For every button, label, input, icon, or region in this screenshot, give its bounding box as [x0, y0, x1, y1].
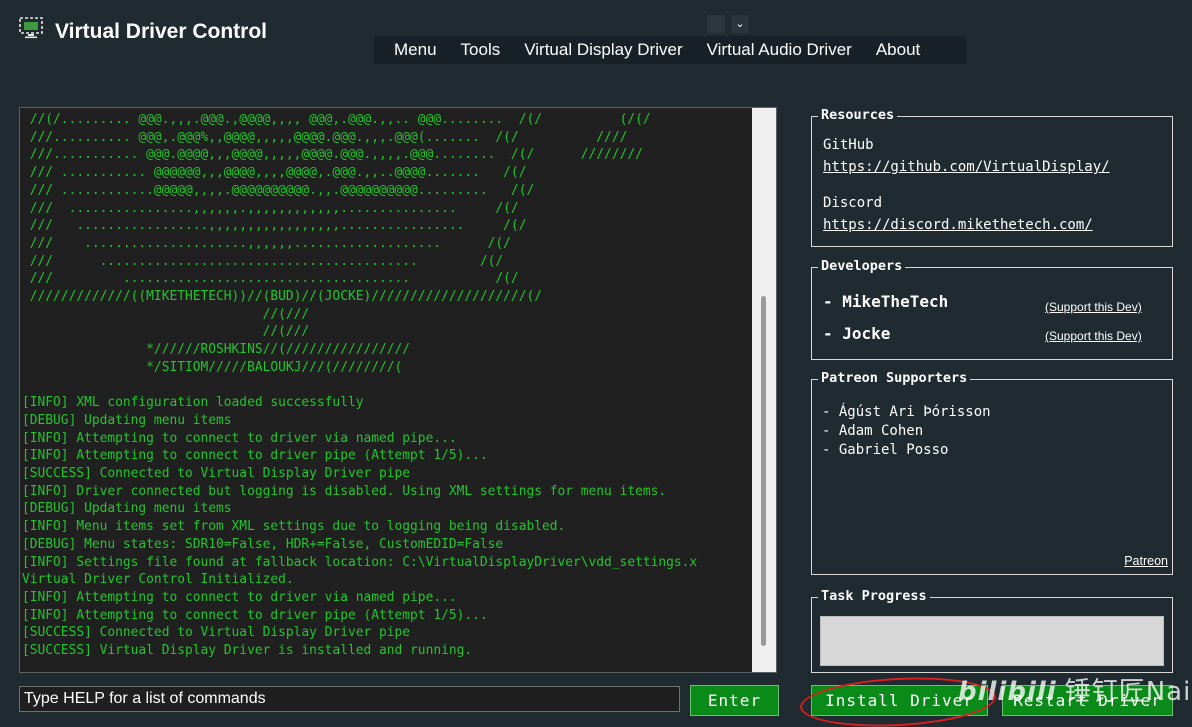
- menu-item-virtual-display-driver[interactable]: Virtual Display Driver: [512, 36, 694, 64]
- support-dev-link[interactable]: (Support this Dev): [1045, 329, 1142, 343]
- chevron-down-icon[interactable]: ⌄: [731, 15, 749, 33]
- resources-title: Resources: [818, 107, 898, 123]
- task-progress-title: Task Progress: [818, 588, 930, 604]
- monitor-app-icon: [19, 17, 43, 39]
- console-text-area: //(/......... @@@.,,,.@@@.,@@@@,,,, @@@,…: [20, 108, 751, 672]
- discord-label: Discord: [823, 195, 883, 211]
- console-log: //(/......... @@@.,,,.@@@.,@@@@,,,, @@@,…: [22, 112, 698, 659]
- enter-button[interactable]: Enter: [690, 685, 779, 716]
- supporter-list: - Ágúst Ari Þórisson - Adam Cohen - Gabr…: [822, 403, 991, 460]
- github-link[interactable]: https://github.com/VirtualDisplay/: [823, 159, 1110, 175]
- developer-name: - Jocke: [823, 324, 891, 343]
- progress-bar: [820, 616, 1164, 666]
- task-progress-group: Task Progress: [811, 588, 1173, 673]
- menu-item-virtual-audio-driver[interactable]: Virtual Audio Driver: [695, 36, 864, 64]
- developers-group: Developers - MikeTheTech (Support this D…: [811, 258, 1173, 360]
- patreon-supporters-group: Patreon Supporters - Ágúst Ari Þórisson …: [811, 370, 1173, 575]
- console-output[interactable]: //(/......... @@@.,,,.@@@.,@@@@,,,, @@@,…: [19, 107, 777, 673]
- patreon-title: Patreon Supporters: [818, 370, 971, 386]
- app-title: Virtual Driver Control: [55, 20, 267, 43]
- discord-link[interactable]: https://discord.mikethetech.com/: [823, 217, 1093, 233]
- resources-group: Resources GitHub https://github.com/Virt…: [811, 107, 1173, 247]
- support-dev-link[interactable]: (Support this Dev): [1045, 300, 1142, 314]
- list-item: - Gabriel Posso: [822, 442, 949, 458]
- developer-name: - MikeTheTech: [823, 292, 949, 311]
- menu-item-about[interactable]: About: [864, 36, 932, 64]
- install-driver-button[interactable]: Install Driver: [811, 685, 988, 716]
- restart-driver-button[interactable]: Restart Driver: [1002, 685, 1173, 716]
- menu-item-menu[interactable]: Menu: [374, 36, 449, 64]
- patreon-link[interactable]: Patreon: [1124, 554, 1168, 568]
- window-control-button[interactable]: [707, 15, 725, 33]
- command-input[interactable]: [19, 686, 680, 712]
- developers-title: Developers: [818, 258, 906, 274]
- menu-bar: Menu Tools Virtual Display Driver Virtua…: [374, 36, 966, 64]
- list-item: - Ágúst Ari Þórisson: [822, 404, 991, 420]
- scrollbar-thumb[interactable]: [761, 296, 766, 646]
- list-item: - Adam Cohen: [822, 423, 924, 439]
- menu-item-tools[interactable]: Tools: [449, 36, 513, 64]
- console-scrollbar[interactable]: [752, 108, 776, 672]
- github-label: GitHub: [823, 137, 874, 153]
